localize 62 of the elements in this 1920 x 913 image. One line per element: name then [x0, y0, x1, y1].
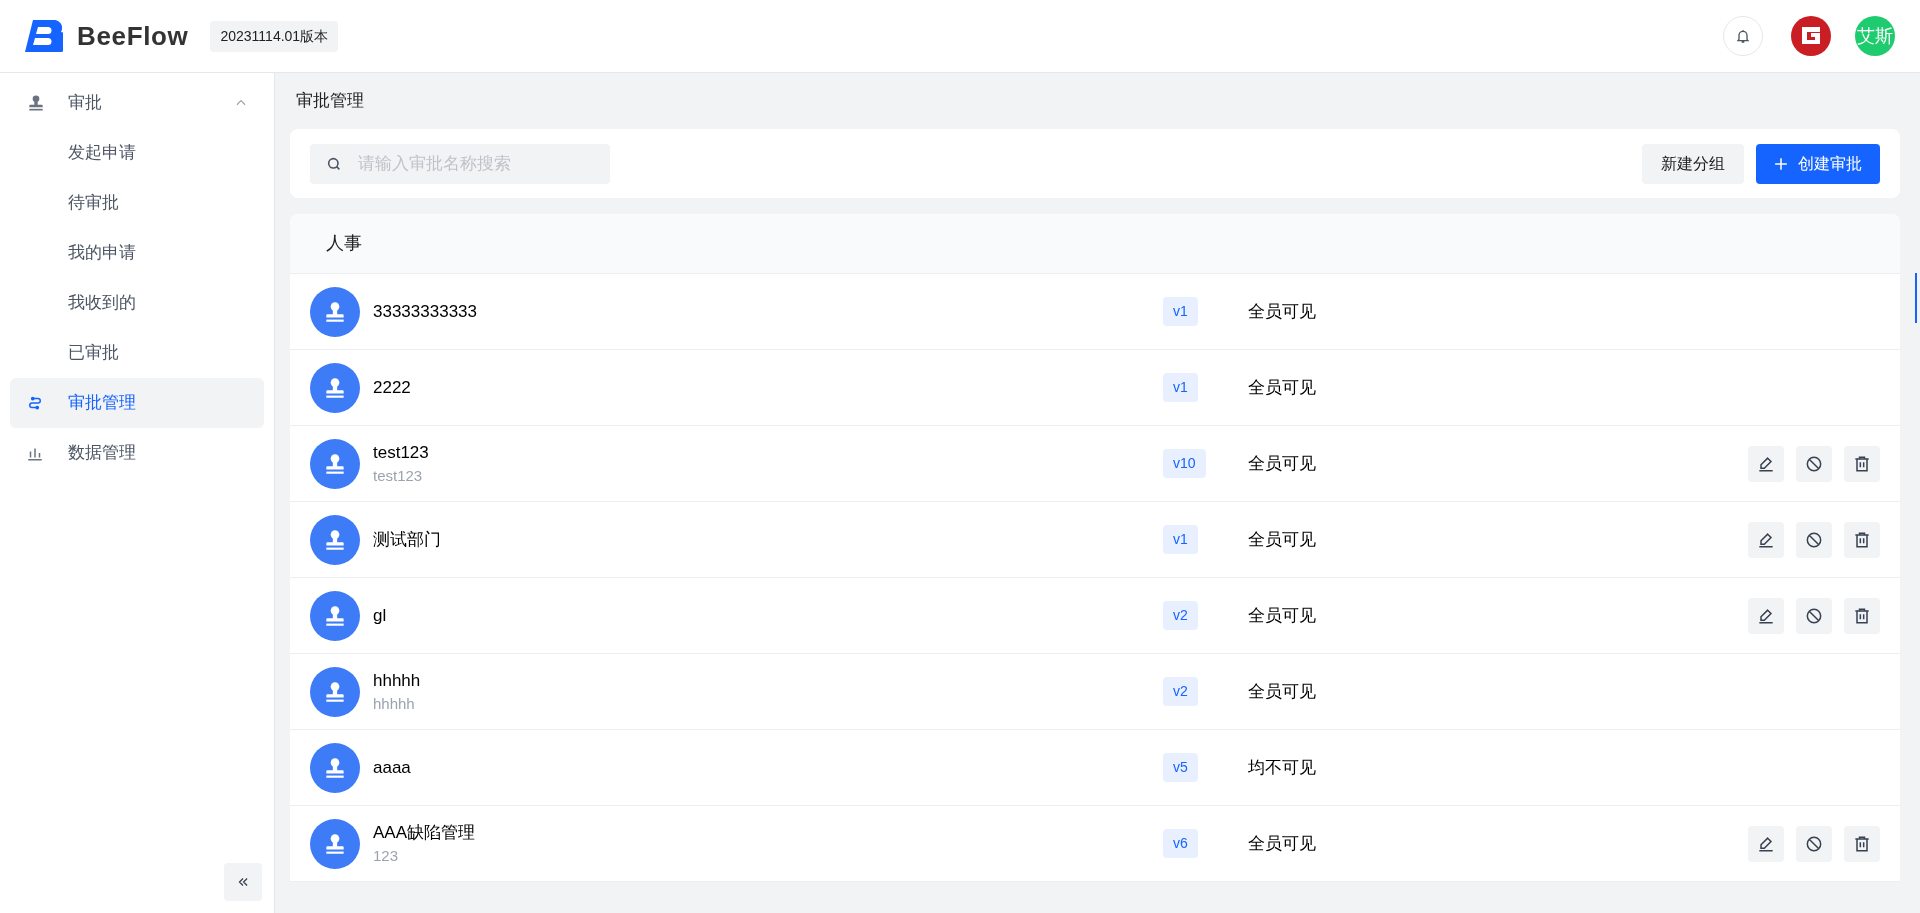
version-tag: v10	[1163, 449, 1206, 478]
approval-name: test123	[373, 441, 429, 464]
delete-button[interactable]	[1844, 825, 1880, 862]
sidebar-item[interactable]: 审批管理	[10, 378, 264, 428]
visibility-text: 均不可见	[1247, 756, 1316, 779]
sidebar-item[interactable]: 已审批	[10, 328, 264, 378]
logo-icon	[25, 20, 63, 52]
approval-name: 测试部门	[373, 528, 441, 551]
approval-name: hhhhh	[373, 669, 421, 692]
edit-button[interactable]	[1748, 445, 1784, 482]
version-tag: v2	[1163, 677, 1198, 706]
logo-text: BeeFlow	[77, 19, 189, 53]
sidebar-item[interactable]: 我的申请	[10, 228, 264, 278]
version-tag: v1	[1163, 525, 1198, 554]
sidebar-item[interactable]: 发起申请	[10, 128, 264, 178]
edit-button[interactable]	[1748, 521, 1784, 558]
version-tag: v1	[1163, 373, 1198, 402]
version-badge: 20231114.01版本	[210, 20, 339, 52]
version-tag: v1	[1163, 297, 1198, 326]
sidebar-item[interactable]: 审批	[10, 78, 264, 128]
visibility-text: 全员可见	[1247, 300, 1316, 323]
visibility-text: 全员可见	[1247, 376, 1316, 399]
sidebar-item[interactable]: 我收到的	[10, 278, 264, 328]
delete-button[interactable]	[1844, 597, 1880, 634]
disable-button[interactable]	[1796, 445, 1832, 482]
approval-description: 123	[373, 846, 399, 866]
group-title: 人事	[326, 232, 362, 255]
disable-button[interactable]	[1796, 597, 1832, 634]
sidebar-item[interactable]: 数据管理	[10, 428, 264, 478]
delete-button[interactable]	[1844, 521, 1880, 558]
approval-name: aaaa	[373, 756, 411, 779]
app-logo-icon[interactable]	[1791, 16, 1831, 56]
edit-button[interactable]	[1748, 597, 1784, 634]
new-group-button[interactable]: 新建分组	[1642, 143, 1744, 184]
create-button[interactable]: 创建审批	[1756, 143, 1880, 184]
double-chevron-icon	[236, 875, 250, 889]
approval-name: 2222	[373, 376, 411, 399]
page-title: 审批管理	[295, 90, 365, 113]
visibility-text: 全员可见	[1247, 604, 1316, 627]
disable-button[interactable]	[1796, 521, 1832, 558]
scrollbar-thumb[interactable]	[1915, 273, 1917, 323]
approval-name: AAA缺陷管理	[373, 821, 476, 844]
version-tag: v6	[1163, 829, 1198, 858]
delete-button[interactable]	[1844, 445, 1880, 482]
bell-icon	[1735, 28, 1751, 44]
approval-name: 33333333333	[373, 300, 477, 323]
version-tag: v2	[1163, 601, 1198, 630]
version-tag: v5	[1163, 753, 1198, 782]
visibility-text: 全员可见	[1247, 680, 1316, 703]
search-icon	[326, 155, 342, 172]
edit-button[interactable]	[1748, 825, 1784, 862]
visibility-text: 全员可见	[1247, 832, 1316, 855]
sidebar-item[interactable]: 待审批	[10, 178, 264, 228]
stamp-icon	[26, 93, 46, 113]
approval-description: hhhhh	[373, 694, 415, 714]
approval-description: test123	[373, 466, 423, 486]
approval-name: gl	[373, 604, 387, 627]
visibility-text: 全员可见	[1247, 528, 1316, 551]
flow-icon	[26, 394, 44, 412]
plus-icon	[1774, 156, 1788, 171]
disable-button[interactable]	[1796, 825, 1832, 862]
visibility-text: 全员可见	[1247, 452, 1316, 475]
